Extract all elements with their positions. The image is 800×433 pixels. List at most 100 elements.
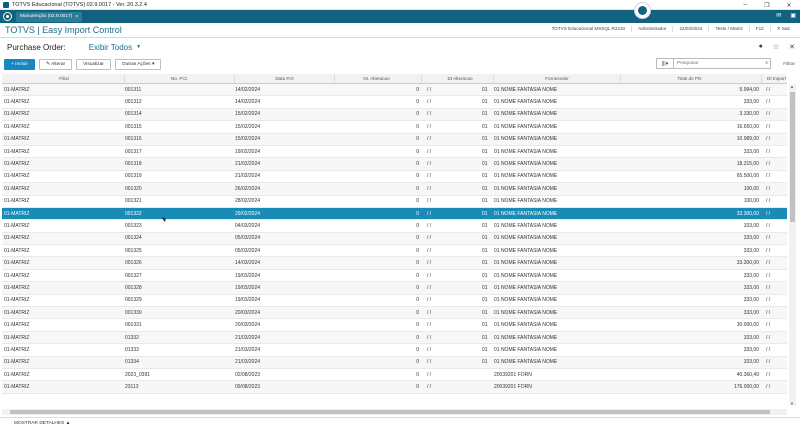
cell-dt-alteracao: / / [427, 222, 432, 229]
column-header-fornecedor[interactable]: Fornecedor [494, 74, 621, 83]
minimize-button[interactable]: – [734, 0, 756, 10]
cell-filial: 01-MATRIZ [4, 185, 30, 192]
alterar-button[interactable]: ✎ Alterar [38, 58, 73, 70]
tab-label: Manutenção (02.9.0017) [20, 14, 73, 19]
incluir-button[interactable]: + Incluir [4, 58, 35, 70]
table-row[interactable]: 01-MATRIZ 001322 29/02/2024 0 / / 01 01 NOME F… [2, 207, 787, 221]
table-row[interactable]: 01-MATRIZ 001329 19/03/2024 0 / / 01 01 NOME F… [2, 295, 787, 308]
table-row[interactable]: 01-MATRIZ 001327 19/03/2024 0 / / 01 01 NOME F… [2, 270, 787, 283]
scroll-down-icon[interactable]: ▼ [790, 401, 794, 406]
window-title-bar: TOTVS Educacional (TOTVS) 02.9.0017 - Ve… [0, 0, 800, 10]
columns-icon[interactable]: |||▾ [656, 58, 674, 69]
hscroll-thumb[interactable] [10, 410, 770, 414]
cell-fornecedor-code: 01 [482, 247, 488, 254]
filter-link[interactable]: Filtrar [783, 61, 795, 66]
view-filter-dropdown[interactable]: Exibir Todos [89, 43, 132, 52]
cell-dt-import: / / [766, 161, 771, 168]
cell-no-po: 001328 [125, 284, 142, 291]
column-header-dt-alteracao[interactable]: Dt Alteracao [422, 74, 494, 83]
logout-button[interactable]: ✕ Sair [769, 26, 796, 32]
table-row[interactable]: 01-MATRIZ 001324 05/03/2024 0 / / 01 01 NOME F… [2, 232, 787, 246]
table-row[interactable]: 01-MATRIZ 001319 21/02/2024 0 / / 01 01 NOME F… [2, 171, 787, 184]
menu-icon[interactable]: ▣ [790, 12, 796, 19]
cell-fornecedor: 01 NOME FANTASIA NOME [494, 99, 558, 106]
scroll-thumb[interactable] [790, 92, 795, 222]
table-row[interactable]: 01-MATRIZ 001314 15/02/2024 0 / / 01 01 NOME F… [2, 108, 787, 122]
tab-close-icon[interactable]: × [75, 14, 78, 20]
table-row[interactable]: 01-MATRIZ 001321 28/02/2024 0 / / 01 01 NOME F… [2, 196, 787, 208]
cell-no-po: 23113 [125, 384, 139, 391]
column-header-nr-alteracao[interactable]: Nr. Alteracao [335, 74, 422, 83]
cell-fornecedor: 01 NOME FANTASIA NOME [494, 284, 558, 291]
cell-total-po: 333,00 [743, 222, 759, 229]
cell-filial: 01-MATRIZ [4, 198, 30, 205]
table-row[interactable]: 01-MATRIZ 001316 15/02/2024 0 / / 01 01 NOME F… [2, 133, 787, 146]
table-row[interactable]: 01-MATRIZ 001323 04/03/2024 0 / / 01 01 NOME F… [2, 220, 787, 233]
cell-fornecedor: 01 NOME FANTASIA NOME [494, 86, 558, 93]
favorite-star-icon[interactable]: ☆ [773, 43, 779, 51]
cell-data-po: 20/03/2024 [235, 322, 261, 329]
cell-no-po: 01334 [125, 359, 139, 366]
search-icon[interactable]: ⌕ [765, 60, 768, 66]
horizontal-scrollbar[interactable] [2, 409, 787, 415]
outras-acoes-button[interactable]: Outras Ações ▾ [114, 58, 162, 70]
cell-dt-import: / / [766, 198, 771, 205]
column-header-total-po[interactable]: Total do PO [621, 74, 762, 83]
column-header-filial[interactable]: Filial [2, 74, 125, 83]
column-header-dt-import[interactable]: Dt Import [762, 74, 787, 83]
column-header-data-po[interactable]: Data P.O [235, 74, 335, 83]
tab-manutencao[interactable]: Manutenção (02.9.0017) × [16, 11, 83, 22]
cell-nr-alteracao: 0 [416, 235, 419, 242]
table-row[interactable]: 01-MATRIZ 001326 14/03/2024 0 / / 01 01 NOME F… [2, 257, 787, 270]
show-details-toggle[interactable]: MOSTRAR DETALHES ▲ [14, 421, 70, 426]
help-icon[interactable]: ● [759, 43, 763, 51]
search-input[interactable] [674, 58, 771, 69]
table-row[interactable]: 01-MATRIZ 001317 19/02/2024 0 / / 01 01 NOME F… [2, 146, 787, 159]
cell-data-po: 21/03/2024 [235, 346, 261, 353]
table-row[interactable]: 01-MATRIZ 001311 14/02/2024 0 / / 01 01 NOME F… [2, 84, 787, 97]
cell-dt-import: / / [766, 371, 771, 378]
visualizar-button[interactable]: Visualizar [76, 58, 111, 70]
mail-icon[interactable]: ✉ [776, 12, 781, 19]
cell-total-po: 333,00 [743, 284, 759, 291]
cell-dt-alteracao: / / [427, 297, 432, 304]
cell-dt-import: / / [766, 111, 771, 118]
table-row[interactable]: 01-MATRIZ 001320 26/02/2024 0 / / 01 01 NOME F… [2, 183, 787, 196]
table-row[interactable]: 01-MATRIZ 001325 05/03/2024 0 / / 01 01 NOME F… [2, 245, 787, 258]
cell-no-po: 001324 [125, 235, 142, 242]
cell-filial: 01-MATRIZ [4, 99, 30, 106]
cell-dt-alteracao: / / [427, 260, 432, 267]
table-row[interactable]: 01-MATRIZ 001328 19/03/2024 0 / / 01 01 NOME F… [2, 282, 787, 295]
chevron-down-icon[interactable]: ▼ [136, 44, 141, 50]
cell-total-po: 100,00 [743, 185, 759, 192]
table-row[interactable]: 01-MATRIZ 01334 21/03/2024 0 / / 01 01 NOME FA… [2, 356, 787, 369]
cell-dt-alteracao: / / [427, 371, 432, 378]
scroll-up-icon[interactable]: ▲ [790, 84, 794, 89]
cell-nr-alteracao: 0 [416, 111, 419, 118]
close-window-button[interactable]: ✕ [778, 0, 800, 10]
cell-fornecedor-code: 01 [482, 222, 488, 229]
table-row[interactable]: 01-MATRIZ 001330 20/03/2024 0 / / 01 01 NOME F… [2, 307, 787, 320]
cell-nr-alteracao: 0 [416, 272, 419, 279]
f12-button[interactable]: F12 [748, 26, 770, 32]
vertical-scrollbar[interactable]: ▲ ▼ [789, 84, 796, 406]
cell-fornecedor-code: 01 [482, 235, 488, 242]
table-row[interactable]: 01-MATRIZ 001312 14/02/2024 0 / / 01 01 NOME F… [2, 96, 787, 109]
table-row[interactable]: 01-MATRIZ 2023_0391 02/08/2023 0 / / 20039201… [2, 369, 787, 382]
cell-nr-alteracao: 0 [416, 334, 419, 341]
table-row[interactable]: 01-MATRIZ 001331 20/03/2024 0 / / 01 01 NOME F… [2, 319, 787, 332]
cell-total-po: 333,00 [743, 99, 759, 106]
table-row[interactable]: 01-MATRIZ 001318 21/02/2024 0 / / 01 01 NOME F… [2, 158, 787, 171]
column-header-no-po[interactable]: No. P.O. [125, 74, 235, 83]
home-icon[interactable] [3, 12, 12, 21]
cell-fornecedor-code: 01 [482, 346, 488, 353]
close-icon[interactable]: ✕ [789, 43, 795, 51]
cell-fornecedor: 01 NOME FANTASIA NOME [494, 210, 558, 217]
table-row[interactable]: 01-MATRIZ 23113 09/08/2023 0 / / 20039201 FOR… [2, 381, 787, 394]
table-row[interactable]: 01-MATRIZ 01333 21/03/2024 0 / / 01 01 NOME FA… [2, 344, 787, 357]
cell-filial: 01-MATRIZ [4, 309, 30, 316]
maximize-button[interactable]: ❐ [756, 0, 778, 10]
cell-dt-alteracao: / / [427, 309, 432, 316]
table-row[interactable]: 01-MATRIZ 01332 21/03/2024 0 / / 01 01 NOME FA… [2, 331, 787, 345]
table-row[interactable]: 01-MATRIZ 001315 15/02/2024 0 / / 01 01 NOME F… [2, 121, 787, 134]
